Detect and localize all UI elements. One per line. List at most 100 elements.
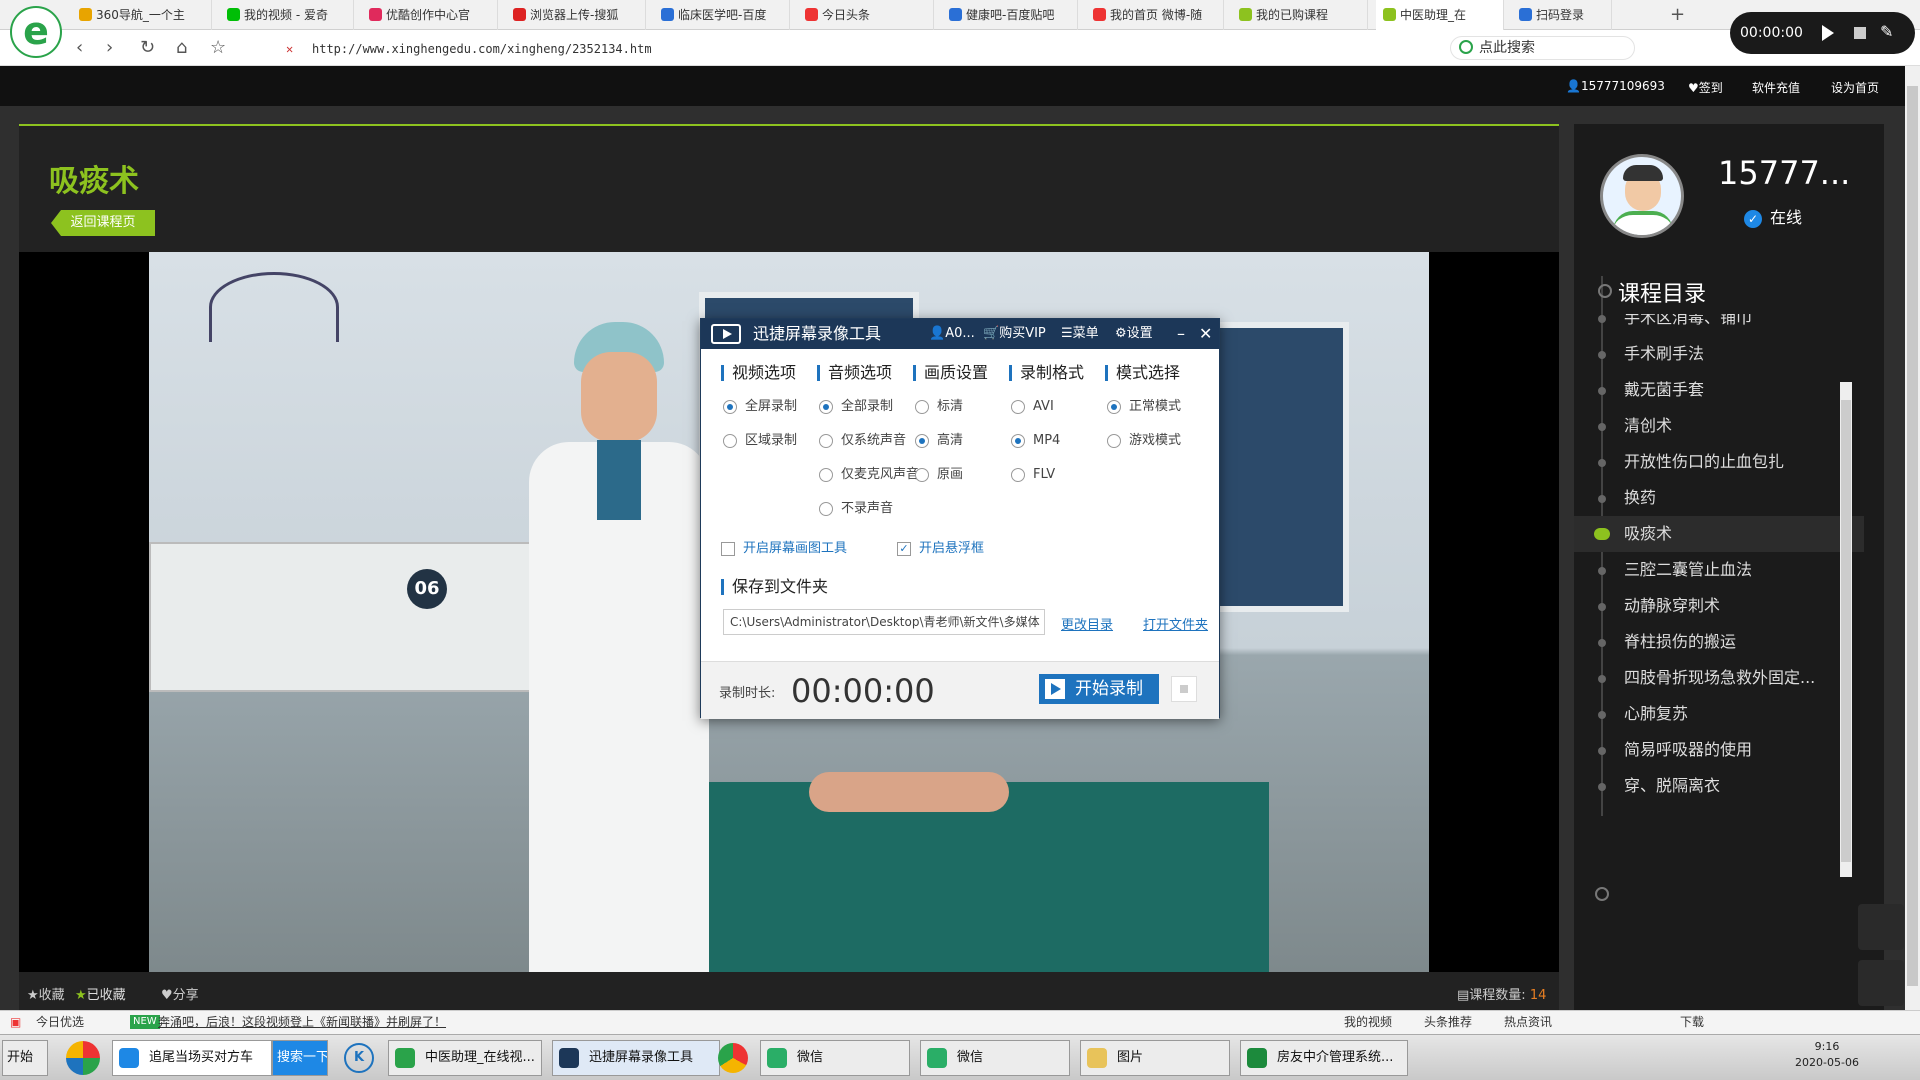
home-icon[interactable]: ⌂ xyxy=(176,37,187,58)
radio-quality-option[interactable]: 高清 xyxy=(915,433,963,449)
browser-tab[interactable]: 中医助理_在 xyxy=(1376,0,1504,30)
taskbar-app-button[interactable]: 迅捷屏幕录像工具 xyxy=(552,1040,720,1076)
screenshot-tool-checkbox[interactable]: 开启屏幕画图工具 xyxy=(721,541,847,557)
recharge-link[interactable]: 软件充值 xyxy=(1752,79,1800,96)
catalog-item[interactable]: 吸痰术 xyxy=(1574,516,1864,552)
stop-icon[interactable] xyxy=(1854,27,1866,39)
radio-format-option[interactable]: AVI xyxy=(1011,399,1054,415)
radio-quality-option[interactable]: 原画 xyxy=(915,467,963,483)
bookmark-star-icon[interactable]: ☆ xyxy=(210,37,226,58)
start-recording-button[interactable]: 开始录制 xyxy=(1039,674,1159,704)
browser-tab[interactable]: 我的首页 微博-随 xyxy=(1086,0,1224,30)
radio-audio-option[interactable]: 全部录制 xyxy=(819,399,893,415)
stop-recording-button[interactable] xyxy=(1171,676,1197,702)
catalog-item[interactable]: 手术区消毒、铺巾 xyxy=(1574,314,1864,336)
catalog-item[interactable]: 穿、脱隔离衣 xyxy=(1574,768,1864,804)
catalog-item[interactable]: 脊柱损伤的搬运 xyxy=(1574,624,1864,660)
browser-tab[interactable]: 健康吧-百度贴吧 xyxy=(942,0,1078,30)
system-clock[interactable]: 9:16 2020-05-06 xyxy=(1792,1039,1862,1071)
recording-float-widget[interactable]: 00:00:00 ✎ xyxy=(1730,12,1915,54)
scroll-top-button[interactable] xyxy=(1858,904,1904,950)
browser-tab[interactable]: 今日头条 xyxy=(798,0,934,30)
catalog-item[interactable]: 动静脉穿刺术 xyxy=(1574,588,1864,624)
user-phone[interactable]: 👤15777109693 xyxy=(1566,79,1665,93)
catalog-scrollbar[interactable] xyxy=(1840,382,1852,877)
float-box-checkbox[interactable]: ✓ 开启悬浮框 xyxy=(897,541,984,557)
back-icon[interactable]: ‹ xyxy=(76,37,83,58)
taskbar-app-button[interactable]: 图片 xyxy=(1080,1040,1230,1076)
search-box[interactable]: 点此搜索 xyxy=(1450,36,1635,60)
browser-tab[interactable]: 优酷创作中心官 xyxy=(362,0,498,30)
catalog-item[interactable]: 四肢骨折现场急救外固定... xyxy=(1574,660,1864,696)
radio-format-option[interactable]: MP4 xyxy=(1011,433,1060,449)
radio-format-option[interactable]: FLV xyxy=(1011,467,1055,483)
menu-button[interactable]: ☰菜单 xyxy=(1061,319,1099,349)
user-avatar[interactable] xyxy=(1600,154,1684,238)
taskbar-app-button[interactable]: 微信 xyxy=(760,1040,910,1076)
chrome-icon[interactable] xyxy=(718,1043,748,1073)
radio-video-option[interactable]: 全屏录制 xyxy=(723,399,797,415)
status-item[interactable]: 下载 xyxy=(1680,1011,1704,1033)
catalog-item[interactable]: 简易呼吸器的使用 xyxy=(1574,732,1864,768)
k-app-icon[interactable]: K xyxy=(344,1043,374,1073)
url-field[interactable]: ✕ http://www.xinghengedu.com/xingheng/235… xyxy=(280,38,1350,60)
radio-audio-option[interactable]: 仅系统声音 xyxy=(819,433,906,449)
browser-tab[interactable]: 我的视频 - 爱奇 xyxy=(220,0,354,30)
browser-tab[interactable]: 我的已购课程 xyxy=(1232,0,1368,30)
scroll-bottom-button[interactable] xyxy=(1858,960,1904,1006)
taskbar-search-button[interactable]: 搜索一下 xyxy=(272,1040,328,1076)
open-folder-link[interactable]: 打开文件夹 xyxy=(1143,614,1208,633)
change-dir-link[interactable]: 更改目录 xyxy=(1061,614,1113,633)
radio-quality-option[interactable]: 标清 xyxy=(915,399,963,415)
status-news-link[interactable]: 奔涌吧，后浪！这段视频登上《新闻联播》并刷屏了！ xyxy=(158,1011,446,1033)
status-item[interactable]: 热点资讯 xyxy=(1504,1011,1552,1033)
favorite-button[interactable]: ★收藏 xyxy=(27,984,65,1003)
pen-icon[interactable]: ✎ xyxy=(1880,22,1893,41)
taskbar-search-field[interactable]: 追尾当场买对方车 xyxy=(112,1040,272,1076)
close-icon[interactable]: ✕ xyxy=(1199,319,1212,349)
browser-tab[interactable]: 浏览器上传-搜狐 xyxy=(506,0,646,30)
browser-taskbar-icon[interactable] xyxy=(66,1041,100,1075)
catalog-item[interactable]: 戴无菌手套 xyxy=(1574,372,1864,408)
page-scrollbar[interactable] xyxy=(1905,66,1920,1010)
back-to-course-button[interactable]: 返回课程页 xyxy=(51,210,155,236)
reload-icon[interactable]: ↻ xyxy=(140,37,155,58)
share-button[interactable]: ♥分享 xyxy=(161,984,199,1003)
catalog-item[interactable]: 三腔二囊管止血法 xyxy=(1574,552,1864,588)
catalog-scroll-thumb[interactable] xyxy=(1841,400,1851,862)
video-footer: ★收藏 ★已收藏 ♥分享 ▤课程数量: 14 xyxy=(19,978,1559,1008)
page-scroll-thumb[interactable] xyxy=(1907,86,1918,986)
minimize-icon[interactable]: – xyxy=(1177,319,1185,349)
recorder-titlebar[interactable]: 迅捷屏幕录像工具 👤A0... 🛒购买VIP ☰菜单 ⚙设置 – ✕ xyxy=(701,319,1219,349)
status-item[interactable]: 头条推荐 xyxy=(1424,1011,1472,1033)
catalog-item[interactable]: 开放性伤口的止血包扎 xyxy=(1574,444,1864,480)
browser-tab[interactable]: 360导航_一个主 xyxy=(72,0,212,30)
new-tab-icon[interactable]: + xyxy=(1670,4,1685,25)
taskbar-app-button[interactable]: 中医助理_在线视... xyxy=(388,1040,542,1076)
catalog-item[interactable]: 手术刷手法 xyxy=(1574,336,1864,372)
buy-vip-button[interactable]: 🛒购买VIP xyxy=(983,319,1046,349)
settings-button[interactable]: ⚙设置 xyxy=(1115,319,1153,349)
browser-logo-icon[interactable]: e xyxy=(10,6,62,58)
catalog-item[interactable]: 心肺复苏 xyxy=(1574,696,1864,732)
save-path-field[interactable]: C:\Users\Administrator\Desktop\青老师\新文件\多… xyxy=(723,609,1045,635)
status-today-pick[interactable]: 今日优选 xyxy=(36,1011,84,1033)
forward-icon[interactable]: › xyxy=(106,37,113,58)
account-button[interactable]: 👤A0... xyxy=(929,319,975,349)
status-item[interactable]: 我的视频 xyxy=(1344,1011,1392,1033)
radio-audio-option[interactable]: 仅麦克风声音 xyxy=(819,467,919,483)
catalog-item[interactable]: 清创术 xyxy=(1574,408,1864,444)
browser-tab[interactable]: 扫码登录 xyxy=(1512,0,1612,30)
browser-tab[interactable]: 临床医学吧-百度 xyxy=(654,0,790,30)
start-button[interactable]: 开始 xyxy=(2,1040,48,1076)
play-icon[interactable] xyxy=(1822,25,1834,41)
catalog-item[interactable]: 换药 xyxy=(1574,480,1864,516)
taskbar-app-button[interactable]: 微信 xyxy=(920,1040,1070,1076)
radio-audio-option[interactable]: 不录声音 xyxy=(819,501,893,517)
radio-video-option[interactable]: 区域录制 xyxy=(723,433,797,449)
radio-mode-option[interactable]: 游戏模式 xyxy=(1107,433,1181,449)
set-homepage-link[interactable]: 设为首页 xyxy=(1831,79,1879,96)
signin-link[interactable]: ♥签到 xyxy=(1688,79,1723,96)
taskbar-app-button[interactable]: 房友中介管理系统... xyxy=(1240,1040,1408,1076)
radio-mode-option[interactable]: 正常模式 xyxy=(1107,399,1181,415)
